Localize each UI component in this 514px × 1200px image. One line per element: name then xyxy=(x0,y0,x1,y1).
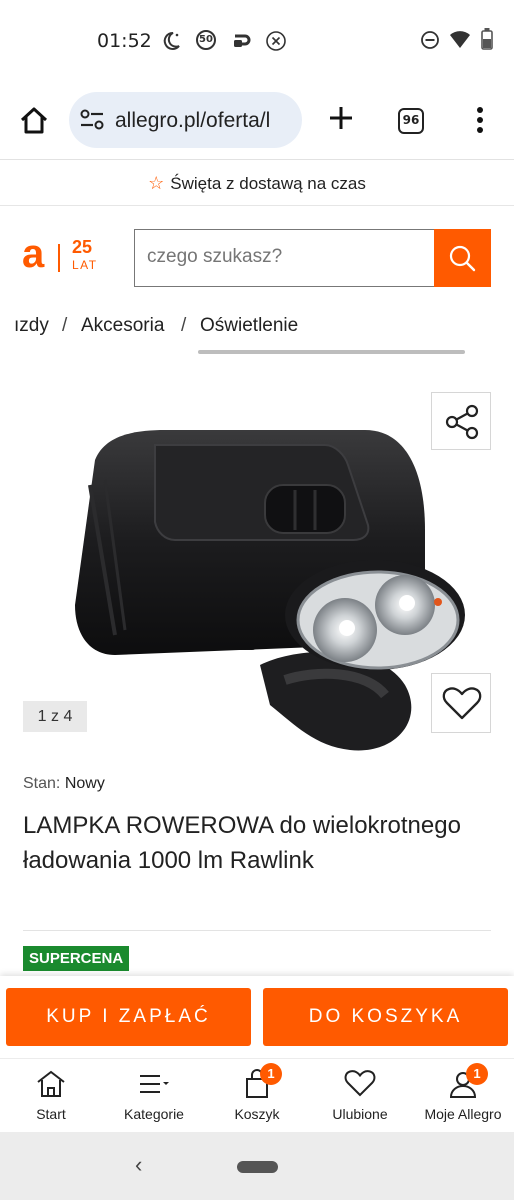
share-button[interactable] xyxy=(431,392,491,450)
search-field[interactable] xyxy=(134,229,435,287)
condition-label: Stan: xyxy=(23,775,61,792)
add-to-cart-button[interactable]: DO KOSZYKA xyxy=(263,988,508,1046)
promo-text: Święta z dostawą na czas xyxy=(170,174,366,193)
nav-label: Ulubione xyxy=(332,1106,388,1122)
back-icon[interactable]: ‹ xyxy=(135,1152,142,1178)
cart-bag-icon: 1 xyxy=(240,1063,282,1101)
add-to-favorites-button[interactable] xyxy=(431,673,491,733)
purchase-actions: KUP I ZAPŁAĆ DO KOSZYKA xyxy=(0,976,514,1058)
breadcrumb-item[interactable]: ızdy xyxy=(14,315,49,337)
moon-alarm-icon xyxy=(160,30,182,56)
menu-list-icon xyxy=(137,1067,171,1101)
divider xyxy=(23,930,491,931)
status-bar: 01:52 50 xyxy=(0,0,514,82)
logo-separator xyxy=(58,244,60,272)
nav-moje-allegro[interactable]: 1 Moje Allegro xyxy=(413,1063,513,1129)
more-vert-icon xyxy=(477,107,483,133)
system-navigation: ‹ xyxy=(0,1132,514,1200)
nav-start[interactable]: Start xyxy=(1,1067,101,1129)
condition-value: Nowy xyxy=(64,775,105,792)
supercena-badge: SUPERCENA xyxy=(23,946,130,971)
cart-badge: 1 xyxy=(260,1063,282,1085)
buy-now-button[interactable]: KUP I ZAPŁAĆ xyxy=(6,988,251,1046)
nav-kategorie[interactable]: Kategorie xyxy=(104,1067,204,1129)
product-image[interactable] xyxy=(50,390,470,760)
home-icon xyxy=(34,1067,68,1101)
nav-label: Start xyxy=(36,1106,66,1122)
speed-50-icon: 50 xyxy=(196,30,216,50)
nav-koszyk[interactable]: 1 Koszyk xyxy=(207,1063,307,1129)
new-tab-button[interactable] xyxy=(323,100,359,136)
browser-home-button[interactable] xyxy=(16,103,52,139)
browser-menu-button[interactable] xyxy=(470,104,490,136)
product-title: LAMPKA ROWEROWA do wielokrotnego ładowan… xyxy=(23,812,461,874)
breadcrumb-item-current[interactable]: Oświetlenie xyxy=(200,315,298,337)
wifi-icon xyxy=(449,30,471,54)
logo-years: 25 xyxy=(72,237,93,257)
nav-label: Koszyk xyxy=(234,1106,280,1122)
close-circle-icon xyxy=(265,30,287,56)
status-time: 01:52 xyxy=(97,30,152,52)
site-settings-icon[interactable] xyxy=(79,108,105,132)
browser-toolbar: allegro.pl/oferta/l 96 xyxy=(0,82,514,160)
search-icon xyxy=(449,245,476,272)
battery-icon xyxy=(481,28,493,54)
nav-ulubione[interactable]: Ulubione xyxy=(310,1067,410,1129)
nav-label: Moje Allegro xyxy=(424,1106,502,1122)
bottom-navigation: Start Kategorie 1 Koszyk Ulubione 1 Moje… xyxy=(0,1058,514,1132)
user-icon: 1 xyxy=(446,1063,488,1101)
image-counter: 1 z 4 xyxy=(23,701,87,732)
breadcrumb: ızdy / Akcesoria / Oświetlenie xyxy=(0,315,514,345)
heart-icon xyxy=(343,1067,377,1101)
url-text[interactable]: allegro.pl/oferta/l xyxy=(115,109,295,133)
sync-icon xyxy=(231,30,253,56)
search-button[interactable] xyxy=(434,229,491,287)
share-icon xyxy=(445,404,479,440)
bike-light-image xyxy=(75,430,465,751)
logo-letter: a xyxy=(22,232,45,276)
search-input[interactable] xyxy=(147,246,417,268)
logo-suffix: LAT xyxy=(72,258,98,272)
nav-label: Kategorie xyxy=(124,1106,184,1122)
product-condition: Stan: Nowy xyxy=(23,775,105,793)
breadcrumb-separator: / xyxy=(62,315,68,336)
allegro-logo[interactable]: a 25 LAT xyxy=(22,232,112,278)
account-badge: 1 xyxy=(466,1063,488,1085)
promo-banner[interactable]: ☆ Święta z dostawą na czas xyxy=(0,161,514,206)
home-icon xyxy=(20,107,48,134)
home-pill[interactable] xyxy=(237,1161,278,1173)
breadcrumb-separator: / xyxy=(181,315,187,336)
star-icon: ☆ xyxy=(148,173,165,193)
breadcrumb-item[interactable]: Akcesoria xyxy=(81,315,164,337)
breadcrumb-scrollbar[interactable] xyxy=(198,350,465,354)
plus-icon xyxy=(330,107,352,129)
address-bar[interactable]: allegro.pl/oferta/l xyxy=(69,92,302,148)
dnd-icon xyxy=(420,30,440,54)
heart-icon xyxy=(442,687,482,720)
tab-switcher-button[interactable]: 96 xyxy=(398,108,424,134)
